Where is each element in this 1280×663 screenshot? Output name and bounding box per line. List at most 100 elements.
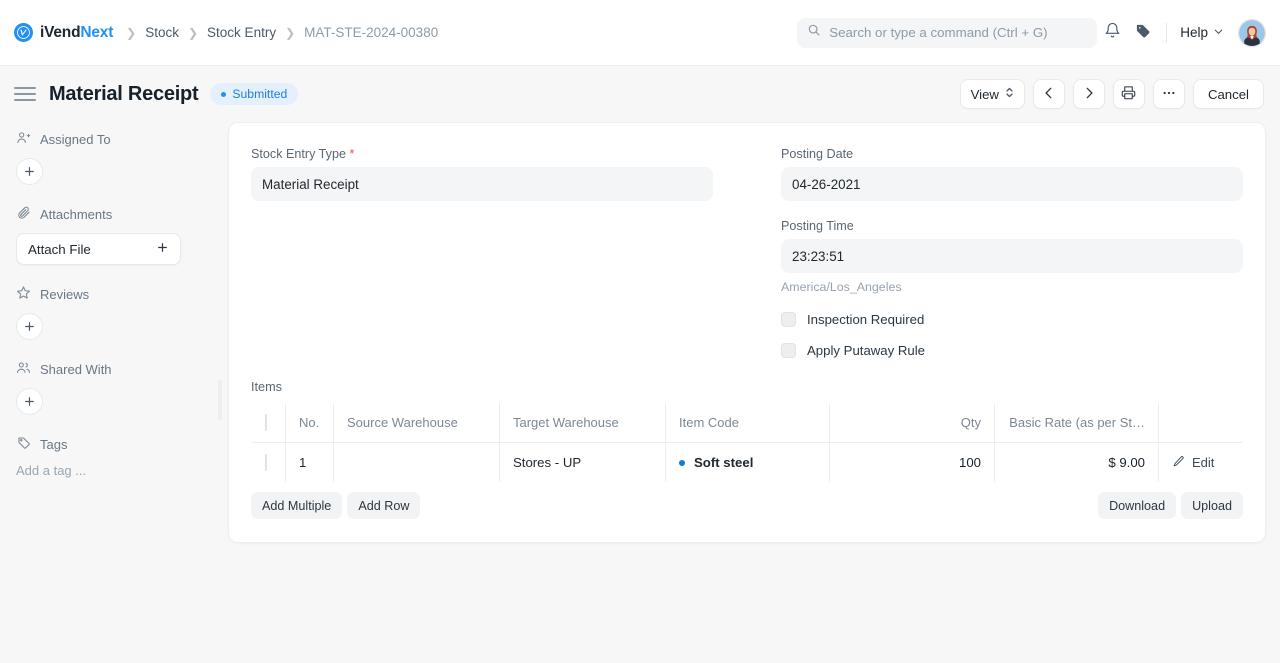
search-placeholder: Search or type a command (Ctrl + G) <box>829 25 1048 40</box>
print-button[interactable] <box>1112 79 1145 109</box>
sidebar: Assigned To Attachments Attach File Revi… <box>0 122 228 663</box>
sidebar-section-attachments: Attachments Attach File <box>16 205 214 265</box>
tags-label: Tags <box>40 436 68 452</box>
navbar-divider <box>1166 22 1168 43</box>
bell-icon <box>1104 22 1121 44</box>
chevron-left-icon <box>1042 86 1056 103</box>
chevron-up-down-icon <box>1005 86 1014 102</box>
content-scrollbar[interactable] <box>218 380 222 420</box>
reviews-header: Reviews <box>16 285 214 303</box>
inspection-required-checkbox[interactable] <box>781 312 796 327</box>
paperclip-icon <box>16 205 31 223</box>
field-apply-putaway-rule[interactable]: Apply Putaway Rule <box>781 343 1243 358</box>
brand-name-secondary: Next <box>80 23 114 41</box>
chevron-right-icon <box>1082 86 1096 103</box>
breadcrumb-item-stock[interactable]: Stock <box>145 25 179 40</box>
apply-putaway-rule-label: Apply Putaway Rule <box>807 343 926 358</box>
assigned-to-header: Assigned To <box>16 130 214 148</box>
stock-entry-type-input[interactable]: Material Receipt <box>251 167 713 201</box>
edit-row-button[interactable]: Edit <box>1172 455 1214 471</box>
item-status-dot-icon <box>679 459 685 466</box>
items-table-footer: Add Multiple Add Row Download Upload <box>251 492 1243 519</box>
column-header-no[interactable]: No. <box>285 403 334 443</box>
add-multiple-button[interactable]: Add Multiple <box>251 492 343 519</box>
navbar-right-group: Search or type a command (Ctrl + G) Help <box>797 17 1266 48</box>
brand-name-primary: iVend <box>40 23 81 41</box>
posting-date-input[interactable]: 04-26-2021 <box>781 167 1243 201</box>
column-header-target-warehouse[interactable]: Target Warehouse <box>499 403 666 443</box>
main-content: Stock Entry Type * Material Receipt Post… <box>218 122 1280 663</box>
breadcrumb: ❯ Stock ❯ Stock Entry ❯ MAT-STE-2024-003… <box>126 25 438 40</box>
stock-entry-type-label-text: Stock Entry Type <box>251 147 346 161</box>
printer-icon <box>1121 85 1136 103</box>
column-header-basic-rate[interactable]: Basic Rate (as per St… <box>994 403 1159 443</box>
cancel-button[interactable]: Cancel <box>1192 79 1264 109</box>
items-table-header-row: No. Source Warehouse Target Warehouse It… <box>252 403 1242 443</box>
sidebar-section-tags: Tags Add a tag ... <box>16 435 214 479</box>
attachments-label: Attachments <box>40 206 113 222</box>
brand-logo[interactable]: iVendNext <box>14 23 113 42</box>
attachments-header: Attachments <box>16 205 214 223</box>
add-review-button[interactable] <box>16 313 43 340</box>
cell-target-warehouse[interactable]: Stores - UP <box>499 442 666 482</box>
edit-row-label: Edit <box>1192 455 1215 470</box>
breadcrumb-separator: ❯ <box>126 25 137 40</box>
view-button[interactable]: View <box>959 79 1025 109</box>
tag-icon <box>1134 22 1151 44</box>
field-inspection-required[interactable]: Inspection Required <box>781 312 1243 327</box>
add-tag-input[interactable]: Add a tag ... <box>16 463 214 478</box>
previous-record-button[interactable] <box>1032 79 1065 109</box>
add-row-button[interactable]: Add Row <box>347 492 421 519</box>
ivend-logo-icon <box>14 23 33 42</box>
cell-item-code[interactable]: Soft steel <box>665 442 830 482</box>
posting-date-label: Posting Date <box>781 147 854 161</box>
stock-entry-type-label: Stock Entry Type * <box>251 147 713 161</box>
column-header-qty[interactable]: Qty <box>829 403 995 443</box>
cell-actions: Edit <box>1159 443 1243 483</box>
search-input[interactable]: Search or type a command (Ctrl + G) <box>797 17 1098 48</box>
add-share-button[interactable] <box>16 388 43 415</box>
plus-icon <box>156 241 169 257</box>
column-header-source-warehouse[interactable]: Source Warehouse <box>333 403 500 443</box>
breadcrumb-separator: ❯ <box>187 25 199 40</box>
form-columns: Stock Entry Type * Material Receipt Post… <box>251 147 1243 358</box>
select-all-cell <box>252 403 286 443</box>
next-record-button[interactable] <box>1072 79 1105 109</box>
help-menu[interactable]: Help <box>1176 21 1228 44</box>
hamburger-icon[interactable] <box>14 87 36 101</box>
row-select-checkbox[interactable] <box>265 454 267 471</box>
page-body: Assigned To Attachments Attach File Revi… <box>0 122 1280 663</box>
status-badge-label: Submitted <box>232 87 288 101</box>
avatar[interactable] <box>1238 18 1266 47</box>
reviews-label: Reviews <box>40 286 90 302</box>
form-column-right: Posting Date 04-26-2021 Posting Time 23:… <box>781 147 1243 358</box>
posting-time-input[interactable]: 23:23:51 <box>781 239 1243 273</box>
items-section-label: Items <box>251 380 283 394</box>
select-all-checkbox[interactable] <box>265 414 267 431</box>
download-button[interactable]: Download <box>1098 492 1177 519</box>
tags-button[interactable] <box>1127 18 1157 48</box>
upload-button[interactable]: Upload <box>1181 492 1243 519</box>
cell-item-code-text: Soft steel <box>694 455 754 470</box>
items-table-body: 1 Stores - UP Soft steel 100 $ 9.00 Edit <box>252 442 1243 483</box>
cell-qty[interactable]: 100 <box>829 442 995 482</box>
field-posting-date: Posting Date 04-26-2021 <box>781 147 1243 201</box>
ellipsis-icon <box>1161 85 1177 104</box>
notifications-button[interactable] <box>1097 18 1127 48</box>
breadcrumb-item-stock-entry[interactable]: Stock Entry <box>207 25 276 40</box>
required-asterisk: * <box>349 147 355 161</box>
add-assignment-button[interactable] <box>16 158 43 185</box>
search-icon <box>807 23 821 42</box>
more-options-button[interactable] <box>1152 79 1185 109</box>
apply-putaway-rule-checkbox[interactable] <box>781 343 796 358</box>
breadcrumb-separator: ❯ <box>285 25 296 40</box>
column-header-item-code[interactable]: Item Code <box>665 403 830 443</box>
cell-basic-rate[interactable]: $ 9.00 <box>994 442 1159 482</box>
cell-source-warehouse[interactable] <box>333 442 500 482</box>
titlebar-actions: View Cancel <box>959 79 1264 109</box>
items-footer-left: Add Multiple Add Row <box>251 492 421 519</box>
attach-file-button[interactable]: Attach File <box>16 233 181 265</box>
items-section: Items No. Source Warehouse Target Wareho… <box>251 380 1243 519</box>
breadcrumb-item-current: MAT-STE-2024-00380 <box>304 25 439 40</box>
table-row[interactable]: 1 Stores - UP Soft steel 100 $ 9.00 Edit <box>252 442 1243 483</box>
